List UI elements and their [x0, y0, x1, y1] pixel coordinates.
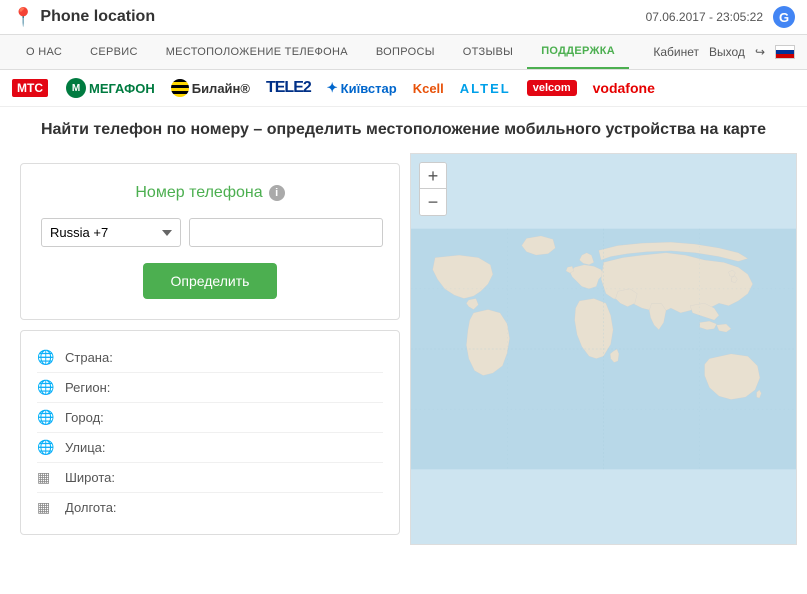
- country-label: Страна:: [65, 350, 113, 365]
- velcom-label: velcom: [527, 80, 577, 96]
- nav-item-service[interactable]: СЕРВИС: [76, 36, 152, 68]
- info-row-lon: ▦ Долгота:: [37, 493, 383, 522]
- megafon-label: МЕГАФОН: [89, 81, 155, 96]
- lat-label: Широта:: [65, 470, 115, 485]
- brand-megafon[interactable]: М МЕГАФОН: [66, 78, 155, 98]
- brand-velcom[interactable]: velcom: [527, 80, 577, 96]
- country-select[interactable]: Russia +7 Ukraine +380 Belarus +375 Kaza…: [41, 218, 181, 247]
- phone-label-text: Номер телефона: [135, 184, 262, 202]
- nav-right: Кабинет Выход ↪: [653, 45, 795, 59]
- phone-inputs: Russia +7 Ukraine +380 Belarus +375 Kaza…: [41, 218, 379, 247]
- zoom-out-button[interactable]: −: [420, 189, 446, 215]
- info-row-street: 🌐 Улица:: [37, 433, 383, 463]
- kyivstar-label: Київстар: [341, 81, 397, 96]
- map-container[interactable]: + −: [410, 153, 797, 545]
- datetime: 07.06.2017 - 23:05:22: [646, 10, 763, 24]
- phone-input[interactable]: [189, 218, 383, 247]
- determine-button[interactable]: Определить: [143, 263, 278, 299]
- info-row-region: 🌐 Регион:: [37, 373, 383, 403]
- nav: О НАС СЕРВИС МЕСТОПОЛОЖЕНИЕ ТЕЛЕФОНА ВОП…: [0, 35, 807, 70]
- main-content: Номер телефона i Russia +7 Ukraine +380 …: [0, 153, 807, 555]
- left-panel: Номер телефона i Russia +7 Ukraine +380 …: [10, 153, 410, 545]
- megafon-icon: М: [66, 78, 86, 98]
- map-zoom-controls: + −: [419, 162, 447, 216]
- beeline-icon: [171, 79, 189, 97]
- street-label: Улица:: [65, 440, 106, 455]
- kcell-label: Kcell: [413, 81, 444, 96]
- nav-item-support[interactable]: ПОДДЕРЖКА: [527, 35, 629, 69]
- info-icon[interactable]: i: [269, 185, 285, 201]
- cabinet-link[interactable]: Кабинет: [653, 45, 699, 59]
- globe-icon-4: 🌐: [37, 439, 57, 456]
- header-right: 07.06.2017 - 23:05:22 G: [646, 6, 795, 28]
- brand-kyivstar[interactable]: ✦ Київстар: [327, 80, 397, 96]
- tele2-label: TELE2: [266, 79, 311, 97]
- grid-icon-2: ▦: [37, 499, 57, 516]
- logo[interactable]: 📍 Phone location: [12, 7, 155, 28]
- google-icon[interactable]: G: [773, 6, 795, 28]
- brand-tele2[interactable]: TELE2: [266, 79, 311, 97]
- brand-vodafone[interactable]: vodafone: [593, 80, 655, 96]
- brand-mts[interactable]: МТС: [12, 79, 50, 97]
- altel-label: ALTEL: [460, 81, 511, 96]
- info-row-city: 🌐 Город:: [37, 403, 383, 433]
- logo-text: Phone location: [40, 8, 155, 26]
- nav-item-reviews[interactable]: ОТЗЫВЫ: [449, 36, 527, 68]
- globe-icon-3: 🌐: [37, 409, 57, 426]
- globe-icon-2: 🌐: [37, 379, 57, 396]
- nav-items: О НАС СЕРВИС МЕСТОПОЛОЖЕНИЕ ТЕЛЕФОНА ВОП…: [12, 35, 653, 69]
- nav-item-location[interactable]: МЕСТОПОЛОЖЕНИЕ ТЕЛЕФОНА: [152, 36, 362, 68]
- flag-icon: [775, 45, 795, 59]
- logout-icon: ↪: [755, 45, 765, 59]
- brands-bar: МТС М МЕГАФОН Билайн® TELE2 ✦ Київстар K…: [0, 70, 807, 107]
- pin-icon: 📍: [12, 7, 34, 28]
- nav-item-about[interactable]: О НАС: [12, 36, 76, 68]
- info-card: 🌐 Страна: 🌐 Регион: 🌐 Город: 🌐 Улица: ▦ …: [20, 330, 400, 535]
- header: 📍 Phone location 07.06.2017 - 23:05:22 G: [0, 0, 807, 35]
- brand-altel[interactable]: ALTEL: [460, 81, 511, 96]
- mts-box: МТС: [12, 79, 48, 97]
- nav-item-questions[interactable]: ВОПРОСЫ: [362, 36, 449, 68]
- beeline-label: Билайн®: [192, 81, 250, 96]
- kyivstar-icon: ✦: [327, 80, 338, 96]
- logout-link[interactable]: Выход: [709, 45, 745, 59]
- hero-text: Найти телефон по номеру – определить мес…: [0, 107, 807, 153]
- world-map: [411, 154, 796, 544]
- info-row-country: 🌐 Страна:: [37, 343, 383, 373]
- grid-icon: ▦: [37, 469, 57, 486]
- info-row-lat: ▦ Широта:: [37, 463, 383, 493]
- lon-label: Долгота:: [65, 500, 117, 515]
- phone-label-row: Номер телефона i: [41, 184, 379, 202]
- globe-icon: 🌐: [37, 349, 57, 366]
- form-card: Номер телефона i Russia +7 Ukraine +380 …: [20, 163, 400, 320]
- zoom-in-button[interactable]: +: [420, 163, 446, 189]
- brand-beeline[interactable]: Билайн®: [171, 79, 250, 97]
- region-label: Регион:: [65, 380, 110, 395]
- brand-kcell[interactable]: Kcell: [413, 81, 444, 96]
- city-label: Город:: [65, 410, 104, 425]
- hero-heading: Найти телефон по номеру – определить мес…: [41, 121, 766, 138]
- map-panel[interactable]: + −: [410, 153, 797, 545]
- vodafone-label: vodafone: [593, 80, 655, 96]
